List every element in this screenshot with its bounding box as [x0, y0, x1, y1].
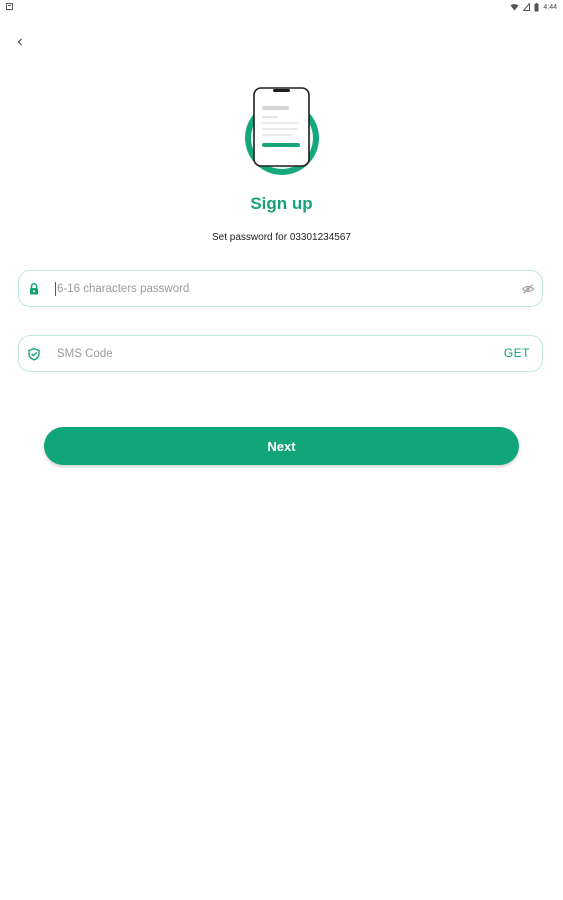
status-time: 4:44 — [543, 3, 557, 11]
status-bar: 4:44 — [0, 0, 563, 14]
signal-icon — [523, 3, 531, 11]
page-subtitle: Set password for 03301234567 — [212, 232, 351, 243]
shield-check-icon — [28, 347, 40, 361]
phone-illustration — [245, 87, 319, 175]
battery-icon — [534, 2, 539, 11]
chevron-left-icon — [17, 38, 22, 46]
back-button[interactable] — [10, 32, 30, 52]
notification-icon — [6, 3, 13, 10]
next-button[interactable]: Next — [44, 427, 519, 465]
next-button-label: Next — [267, 438, 296, 454]
password-field[interactable] — [18, 270, 543, 307]
status-icons: 4:44 — [510, 2, 557, 12]
wifi-icon — [510, 4, 519, 11]
sms-code-field[interactable]: GET — [18, 335, 543, 372]
page-title: Sign up — [250, 194, 313, 213]
lock-icon — [30, 283, 38, 295]
eye-off-icon[interactable] — [521, 282, 535, 296]
get-sms-code-button[interactable]: GET — [504, 346, 530, 360]
sms-code-input[interactable] — [57, 344, 497, 364]
text-cursor — [55, 282, 56, 296]
password-input[interactable] — [57, 279, 497, 299]
